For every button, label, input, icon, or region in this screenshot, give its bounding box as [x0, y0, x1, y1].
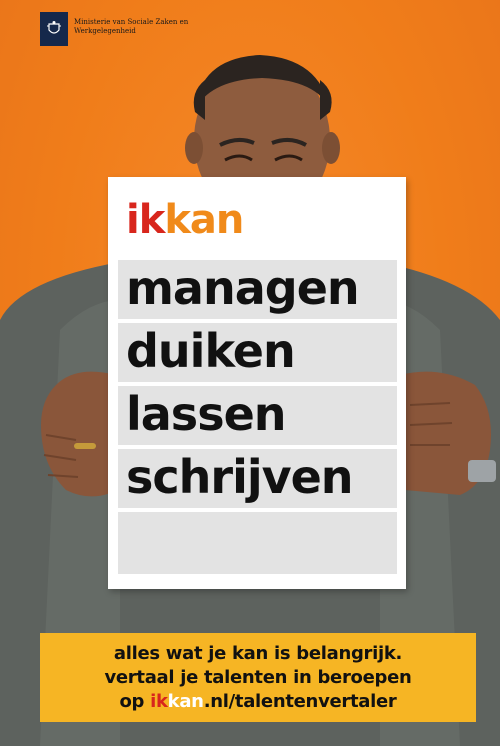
url-ik: ik	[150, 690, 168, 712]
banner-line-2: vertaal je talenten in beroepen	[104, 666, 412, 688]
skills-list: managen duiken lassen schrijven	[118, 260, 397, 578]
crest-icon	[40, 12, 68, 46]
message-banner: alles wat je kan is belangrijk. vertaal …	[40, 633, 476, 722]
brand-kan: kan	[164, 197, 244, 243]
brand-ik: ik	[126, 197, 165, 243]
url-suffix: .nl/talentenvertaler	[203, 690, 397, 712]
skill-row-empty	[118, 512, 397, 574]
banner-url-line[interactable]: op ikkan.nl/talentenvertaler	[119, 690, 396, 714]
url-kan: kan	[167, 690, 204, 712]
right-hand	[400, 371, 496, 495]
ministry-name: Ministerie van Sociale Zaken en Werkgele…	[74, 18, 204, 36]
sign-card: ikkan managen duiken lassen schrijven	[108, 177, 406, 589]
banner-line-1: alles wat je kan is belangrijk.	[113, 642, 403, 664]
ministry-line-1: Ministerie van Sociale Zaken en	[74, 18, 189, 26]
skill-row: managen	[118, 260, 397, 319]
skill-row: lassen	[118, 386, 397, 445]
campaign-poster: Ministerie van Sociale Zaken en Werkgele…	[0, 0, 500, 746]
skill-row: schrijven	[118, 449, 397, 508]
ministry-line-2: Werkgelegenheid	[74, 27, 136, 35]
government-logo: Ministerie van Sociale Zaken en Werkgele…	[40, 12, 204, 46]
skill-row: duiken	[118, 323, 397, 382]
url-prefix: op	[119, 690, 151, 712]
ikkan-brand: ikkan	[126, 197, 244, 243]
